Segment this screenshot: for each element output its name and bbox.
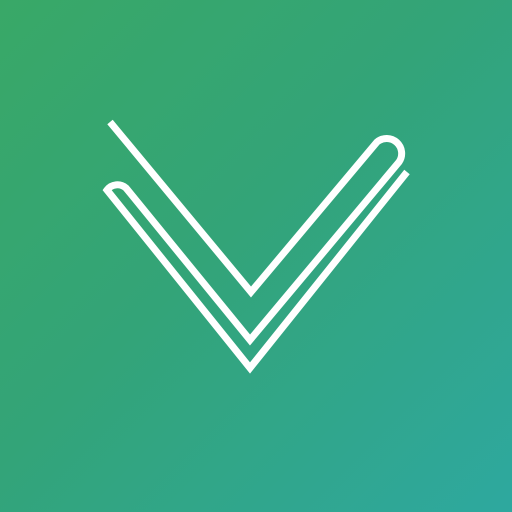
app-icon — [0, 0, 512, 512]
v-logo-icon — [102, 119, 410, 374]
logo-inner-line — [102, 119, 410, 374]
